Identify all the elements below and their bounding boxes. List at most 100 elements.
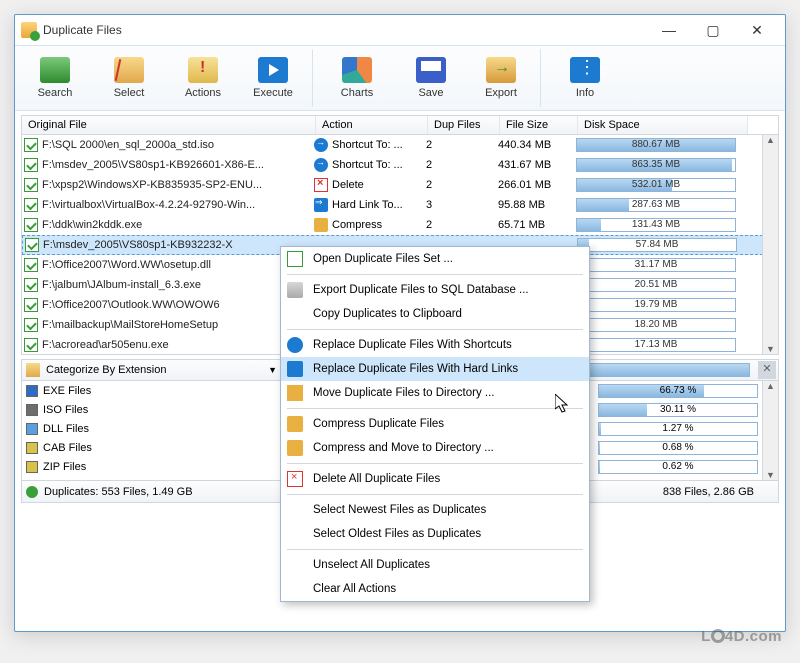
menu-item[interactable]: Select Oldest Files as Duplicates [281,522,589,546]
search-icon [40,57,70,83]
menu-label: Compress and Move to Directory ... [313,442,494,454]
check-icon [24,218,38,232]
charts-icon [342,57,372,83]
category-bar: 30.11 % [598,403,758,417]
disk-space-bar: 31.17 MB [576,258,736,272]
open-icon [287,251,303,267]
blank-icon [287,557,303,573]
col-original-file[interactable]: Original File [22,116,316,134]
context-menu[interactable]: Open Duplicate Files Set ... Export Dupli… [280,246,590,602]
table-row[interactable]: F:\SQL 2000\en_sql_2000a_std.isoShortcut… [22,135,778,155]
table-row[interactable]: F:\virtualbox\VirtualBox-4.2.24-92790-Wi… [22,195,778,215]
toolbar-save[interactable]: Save [395,48,467,108]
categorize-clear[interactable]: ✕ [758,361,776,379]
menu-item[interactable]: Export Duplicate Files to SQL Database .… [281,278,589,302]
toolbar-charts[interactable]: Charts [321,48,393,108]
file-scrollbar[interactable] [762,135,778,354]
file-name: F:\Office2007\Outlook.WW\OWOW6 [42,299,314,311]
check-icon [24,318,38,332]
file-list-header: Original File Action Dup Files File Size… [21,115,779,135]
actions-icon [188,57,218,83]
menu-label: Select Newest Files as Duplicates [313,504,486,516]
toolbar-execute[interactable]: Execute [241,48,313,108]
toolbar-select[interactable]: Select [93,48,165,108]
toolbar-actions[interactable]: Actions [167,48,239,108]
minimize-button[interactable]: — [647,16,691,44]
file-dup: 2 [426,219,498,231]
short-icon [287,337,303,353]
menu-item[interactable]: Copy Duplicates to Clipboard [281,302,589,326]
file-size: 431.67 MB [498,159,576,171]
file-name: F:\ddk\win2kddk.exe [42,219,314,231]
col-file-size[interactable]: File Size [500,116,578,134]
close-button[interactable]: ✕ [735,16,779,44]
menu-item[interactable]: Move Duplicate Files to Directory ... [281,381,589,405]
menu-item[interactable]: Select Newest Files as Duplicates [281,498,589,522]
table-row[interactable]: F:\xpsp2\WindowsXP-KB835935-SP2-ENU...De… [22,175,778,195]
file-size: 95.88 MB [498,199,576,211]
status-left: Duplicates: 553 Files, 1.49 GB [44,486,193,498]
file-name: F:\SQL 2000\en_sql_2000a_std.iso [42,139,314,151]
menu-item[interactable]: Replace Duplicate Files With Shortcuts [281,333,589,357]
select-icon [114,57,144,83]
menu-separator [287,329,583,330]
menu-item[interactable]: Compress and Move to Directory ... [281,436,589,460]
menu-label: Compress Duplicate Files [313,418,444,430]
menu-separator [287,549,583,550]
categorize-icon [26,363,40,377]
menu-label: Open Duplicate Files Set ... [313,253,453,265]
menu-separator [287,494,583,495]
menu-label: Export Duplicate Files to SQL Database .… [313,284,529,296]
disk-space-bar: 880.67 MB [576,138,736,152]
table-row[interactable]: F:\ddk\win2kddk.exeCompress265.71 MB131.… [22,215,778,235]
check-icon [25,238,39,252]
menu-separator [287,274,583,275]
toolbar-export[interactable]: Export [469,48,541,108]
menu-item[interactable]: Compress Duplicate Files [281,412,589,436]
file-size: 266.01 MB [498,179,576,191]
disk-space-bar: 20.51 MB [576,278,736,292]
status-right: 838 Files, 2.86 GB [663,486,754,498]
blank-icon [287,526,303,542]
disk-space-bar: 287.63 MB [576,198,736,212]
file-size: 65.71 MB [498,219,576,231]
col-dup-files[interactable]: Dup Files [428,116,500,134]
table-row[interactable]: F:\msdev_2005\VS80sp1-KB926601-X86-E...S… [22,155,778,175]
col-disk-space[interactable]: Disk Space [578,116,748,134]
file-name: F:\virtualbox\VirtualBox-4.2.24-92790-Wi… [42,199,314,211]
file-action: Compress [332,219,426,231]
titlebar: Duplicate Files — ▢ ✕ [15,15,785,45]
maximize-button[interactable]: ▢ [691,16,735,44]
file-dup: 3 [426,199,498,211]
menu-item[interactable]: Open Duplicate Files Set ... [281,247,589,271]
status-icon [26,486,38,498]
file-name: F:\acroread\ar505enu.exe [42,339,314,351]
blank-icon [287,306,303,322]
file-action: Hard Link To... [332,199,426,211]
menu-item[interactable]: Delete All Duplicate Files [281,467,589,491]
menu-item[interactable]: Unselect All Duplicates [281,553,589,577]
comp-icon [287,416,303,432]
toolbar-info[interactable]: Info [549,48,621,108]
menu-item[interactable]: Replace Duplicate Files With Hard Links [281,357,589,381]
info-icon [570,57,600,83]
category-scrollbar[interactable] [762,381,778,480]
categorize-dropdown[interactable]: Categorize By Extension ▼ [22,360,282,380]
toolbar-search[interactable]: Search [19,48,91,108]
menu-label: Delete All Duplicate Files [313,473,440,485]
file-name: F:\Office2007\Word.WW\osetup.dll [42,259,314,271]
blank-icon [287,581,303,597]
col-action[interactable]: Action [316,116,428,134]
file-name: F:\xpsp2\WindowsXP-KB835935-SP2-ENU... [42,179,314,191]
watermark: L4D.com [701,628,782,645]
file-name: F:\msdev_2005\VS80sp1-KB932232-X [43,239,315,251]
check-icon [24,278,38,292]
menu-label: Select Oldest Files as Duplicates [313,528,481,540]
menu-label: Unselect All Duplicates [313,559,430,571]
menu-item[interactable]: Clear All Actions [281,577,589,601]
menu-label: Copy Duplicates to Clipboard [313,308,462,320]
disk-space-bar: 19.79 MB [576,298,736,312]
file-dup: 2 [426,179,498,191]
check-icon [24,258,38,272]
menu-separator [287,463,583,464]
